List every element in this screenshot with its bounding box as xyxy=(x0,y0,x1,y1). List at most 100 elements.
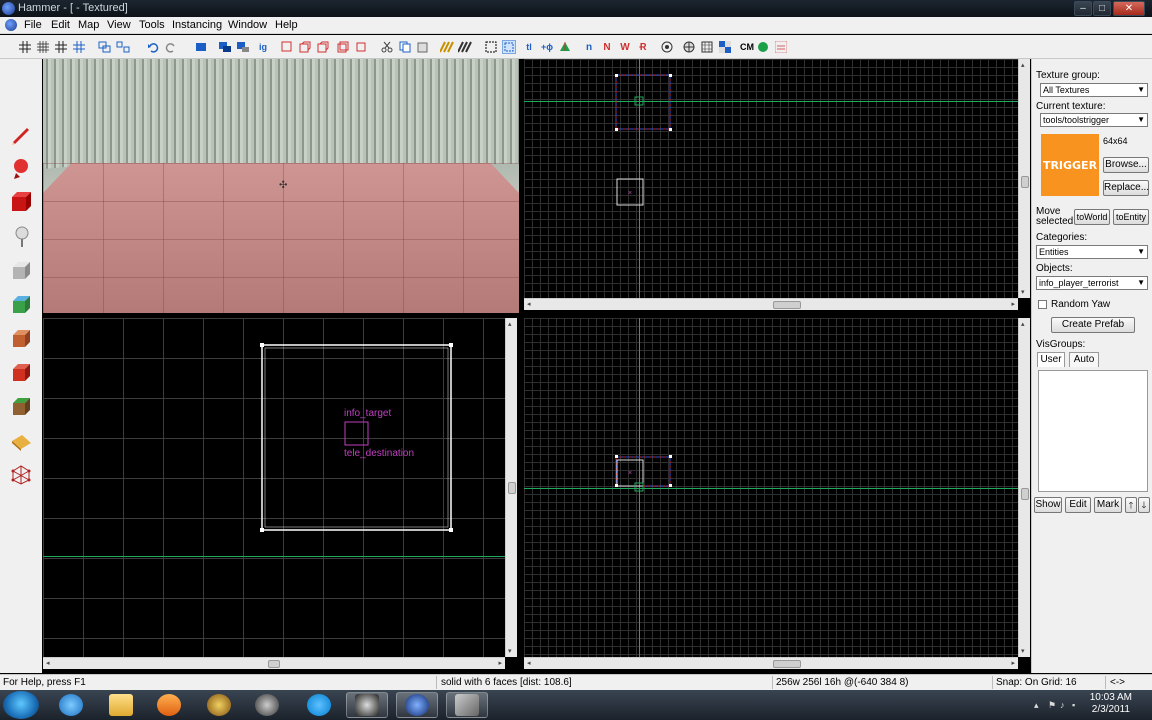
grid-smaller-icon[interactable] xyxy=(54,40,68,54)
move-down-button[interactable]: 🡓 xyxy=(1138,497,1150,513)
scroll-thumb[interactable] xyxy=(508,482,516,494)
edit-button[interactable]: Edit xyxy=(1065,497,1091,513)
undo-icon[interactable] xyxy=(146,40,160,54)
move-up-button[interactable]: 🡑 xyxy=(1125,497,1137,513)
to-world-button[interactable]: toWorld xyxy=(1074,209,1110,225)
vertex-filter-icon[interactable]: W xyxy=(618,40,632,54)
tab-auto[interactable]: Auto xyxy=(1069,352,1099,367)
horizontal-scrollbar-bottom-right[interactable]: ◂ ▸ xyxy=(524,657,1018,669)
tray-arrow-icon[interactable]: ▴ xyxy=(1034,700,1044,710)
scissors-icon[interactable] xyxy=(380,40,394,54)
texture-app-icon[interactable] xyxy=(440,40,454,54)
show-icon[interactable] xyxy=(236,40,250,54)
ungroup-icon[interactable] xyxy=(116,40,130,54)
entity-filter-icon[interactable]: n xyxy=(582,40,596,54)
cm-button[interactable]: CM xyxy=(737,40,757,54)
run-icon[interactable] xyxy=(682,40,696,54)
visgroups-list[interactable] xyxy=(1038,370,1148,492)
zoom-icon[interactable] xyxy=(502,40,516,54)
grid-larger-icon[interactable] xyxy=(72,40,86,54)
viewport-2d-side[interactable]: × xyxy=(524,318,1018,657)
scroll-thumb[interactable] xyxy=(1021,176,1029,188)
scroll-right-icon[interactable]: ▸ xyxy=(1011,659,1015,667)
path-icon[interactable]: N xyxy=(600,40,614,54)
scroll-down-icon[interactable]: ▾ xyxy=(508,647,512,655)
scroll-up-icon[interactable]: ▴ xyxy=(1021,320,1025,328)
mark-button[interactable]: Mark xyxy=(1094,497,1122,513)
scroll-thumb[interactable] xyxy=(773,660,801,668)
minimize-button[interactable]: – xyxy=(1074,1,1092,16)
worldcraft-icon[interactable] xyxy=(396,692,438,718)
steam-icon[interactable] xyxy=(246,692,288,718)
scroll-left-icon[interactable]: ◂ xyxy=(527,659,531,667)
entity-icon[interactable] xyxy=(5,323,37,353)
maximize-button[interactable]: □ xyxy=(1093,1,1111,16)
horizontal-scrollbar-top[interactable]: ◂ ▸ xyxy=(524,298,1018,310)
tray-network-icon[interactable]: ▪ xyxy=(1072,700,1082,710)
magnify-icon[interactable] xyxy=(5,153,37,183)
show-button[interactable]: Show xyxy=(1034,497,1062,513)
menu-file[interactable]: File xyxy=(24,19,42,31)
system-menu-icon[interactable] xyxy=(5,19,17,31)
skype-icon[interactable] xyxy=(298,692,340,718)
vertex-icon[interactable] xyxy=(5,459,37,489)
viewport-3d-textured[interactable]: ✣ xyxy=(43,59,519,313)
tray-volume-icon[interactable]: ♪ xyxy=(1060,700,1070,710)
texture-apply-icon[interactable] xyxy=(5,289,37,319)
scroll-right-icon[interactable]: ▸ xyxy=(498,659,502,667)
scroll-thumb[interactable] xyxy=(1021,488,1029,500)
vertical-scrollbar-top[interactable]: ▴ ▾ xyxy=(1018,59,1030,298)
system-clock[interactable]: 10:03 AM 2/3/2011 xyxy=(1090,692,1132,716)
hide-icon[interactable] xyxy=(218,40,232,54)
menu-instancing[interactable]: Instancing xyxy=(172,19,222,31)
snap-icon[interactable]: ig xyxy=(256,40,270,54)
compile-icon[interactable] xyxy=(660,40,674,54)
decal-icon[interactable] xyxy=(5,357,37,387)
pencil-icon[interactable] xyxy=(5,119,37,149)
selection-icon[interactable] xyxy=(5,221,37,251)
objects-select[interactable]: info_player_terrorist ▼ xyxy=(1036,276,1148,290)
hammer-icon[interactable] xyxy=(446,692,488,718)
scroll-thumb[interactable] xyxy=(268,660,280,668)
tray-flag-icon[interactable]: ⚑ xyxy=(1048,700,1058,710)
scroll-thumb[interactable] xyxy=(773,301,801,309)
viewport-2d-top[interactable]: × xyxy=(524,59,1018,298)
texture-group-select[interactable]: All Textures ▼ xyxy=(1040,83,1148,97)
tab-user[interactable]: User xyxy=(1037,352,1065,367)
scroll-down-icon[interactable]: ▾ xyxy=(1021,288,1025,296)
clip-icon[interactable] xyxy=(5,425,37,455)
camera-icon[interactable] xyxy=(5,187,37,217)
scroll-left-icon[interactable]: ◂ xyxy=(46,659,50,667)
to-entity-button[interactable]: toEntity xyxy=(1113,209,1149,225)
block-icon[interactable] xyxy=(5,255,37,285)
select-icon[interactable] xyxy=(484,40,498,54)
wow-icon[interactable] xyxy=(198,692,240,718)
grid-3d-icon[interactable] xyxy=(36,40,50,54)
categories-select[interactable]: Entities ▼ xyxy=(1036,245,1148,259)
folder-icon[interactable] xyxy=(100,692,142,718)
steam-alt-icon[interactable] xyxy=(346,692,388,718)
cut-icon[interactable] xyxy=(280,40,294,54)
scroll-down-icon[interactable]: ▾ xyxy=(1021,647,1025,655)
copy-icon[interactable] xyxy=(298,40,312,54)
menu-map[interactable]: Map xyxy=(78,19,99,31)
menu-view[interactable]: View xyxy=(107,19,131,31)
decal-icon[interactable]: +ɸ xyxy=(540,40,554,54)
vertex-alt-icon[interactable] xyxy=(354,40,368,54)
media-player-icon[interactable] xyxy=(148,692,190,718)
scroll-right-icon[interactable]: ▸ xyxy=(1011,300,1015,308)
scroll-up-icon[interactable]: ▴ xyxy=(1021,61,1025,69)
overlay-icon[interactable] xyxy=(5,391,37,421)
paste-doc-icon[interactable] xyxy=(416,40,430,54)
current-texture-select[interactable]: tools/toolstrigger ▼ xyxy=(1040,113,1148,127)
grid-toggle-icon[interactable] xyxy=(18,40,32,54)
overlay-icon[interactable] xyxy=(558,40,572,54)
random-yaw-checkbox[interactable] xyxy=(1038,300,1047,309)
vertical-scrollbar-bottom-left[interactable]: ▴ ▾ xyxy=(505,318,517,657)
menu-edit[interactable]: Edit xyxy=(51,19,70,31)
menu-help[interactable]: Help xyxy=(275,19,298,31)
face-filter-icon[interactable]: Ɍ xyxy=(636,40,650,54)
start-button[interactable] xyxy=(3,691,39,719)
paste-icon[interactable] xyxy=(316,40,330,54)
create-prefab-button[interactable]: Create Prefab xyxy=(1051,317,1135,333)
